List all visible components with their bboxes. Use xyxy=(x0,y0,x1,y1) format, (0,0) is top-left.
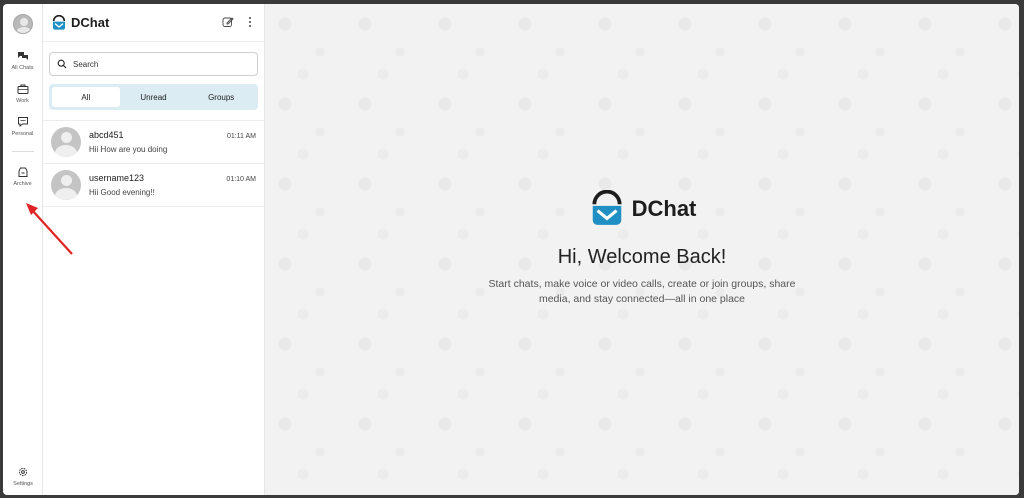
briefcase-icon xyxy=(17,84,28,94)
filter-tabs: All Unread Groups xyxy=(49,84,258,110)
gear-icon xyxy=(18,467,28,477)
dchat-logo-icon xyxy=(592,190,622,225)
rail-label-personal: Personal xyxy=(11,131,34,137)
rail-label-settings: Settings xyxy=(13,481,33,487)
chat-list-item[interactable]: abcd451 Hii How are you doing 01:11 AM xyxy=(43,121,264,164)
rail-label-work: Work xyxy=(16,98,29,104)
tab-unread[interactable]: Unread xyxy=(120,87,188,107)
header-actions xyxy=(222,16,256,28)
rail-item-settings[interactable]: Settings xyxy=(3,466,43,487)
search-icon xyxy=(57,59,67,69)
rail-divider xyxy=(11,151,34,152)
welcome-brand: DChat xyxy=(588,190,697,228)
search-input[interactable] xyxy=(73,59,243,69)
welcome-brand-name: DChat xyxy=(631,196,697,221)
more-options-icon[interactable] xyxy=(244,16,256,28)
last-message: Hii Good evening!! xyxy=(89,188,155,197)
panel-header: DChat xyxy=(43,4,264,42)
main-welcome-area: DChat Hi, Welcome Back! Start chats, mak… xyxy=(265,4,1019,495)
rail-item-work[interactable]: Work xyxy=(4,83,42,104)
new-chat-icon[interactable] xyxy=(222,16,234,28)
dchat-logo-icon xyxy=(52,14,66,30)
welcome-block: DChat Hi, Welcome Back! Start chats, mak… xyxy=(265,190,1019,307)
message-time: 01:10 AM xyxy=(226,176,256,183)
rail-item-archive[interactable]: Archive xyxy=(4,166,42,187)
rail-label-all-chats: All Chats xyxy=(11,65,34,71)
chats-icon xyxy=(17,52,28,60)
rail-label-archive: Archive xyxy=(13,181,32,187)
user-avatar[interactable] xyxy=(12,14,33,34)
chat-list: abcd451 Hii How are you doing 01:11 AM u… xyxy=(43,120,264,207)
app-window: All Chats Work Personal Archive Settings… xyxy=(3,4,1019,495)
search-box[interactable] xyxy=(49,52,258,76)
last-message: Hii How are you doing xyxy=(89,145,168,154)
rail-item-all-chats[interactable]: All Chats xyxy=(4,50,42,71)
brand: DChat xyxy=(51,14,110,31)
tab-groups[interactable]: Groups xyxy=(187,87,255,107)
rail-item-personal[interactable]: Personal xyxy=(4,116,42,137)
contact-avatar xyxy=(51,170,81,200)
brand-name: DChat xyxy=(71,15,110,30)
tab-all[interactable]: All xyxy=(52,87,120,107)
welcome-title: Hi, Welcome Back! xyxy=(557,246,727,268)
chat-list-item[interactable]: username123 Hii Good evening!! 01:10 AM xyxy=(43,164,264,207)
chat-list-panel: DChat All Unrea xyxy=(43,4,265,495)
contact-avatar xyxy=(51,127,81,157)
welcome-subtitle: Start chats, make voice or video calls, … xyxy=(488,278,796,305)
message-time: 01:11 AM xyxy=(226,133,256,140)
left-rail: All Chats Work Personal Archive Settings xyxy=(3,4,43,495)
archive-icon xyxy=(18,167,27,177)
chat-bubble-icon xyxy=(17,117,28,128)
